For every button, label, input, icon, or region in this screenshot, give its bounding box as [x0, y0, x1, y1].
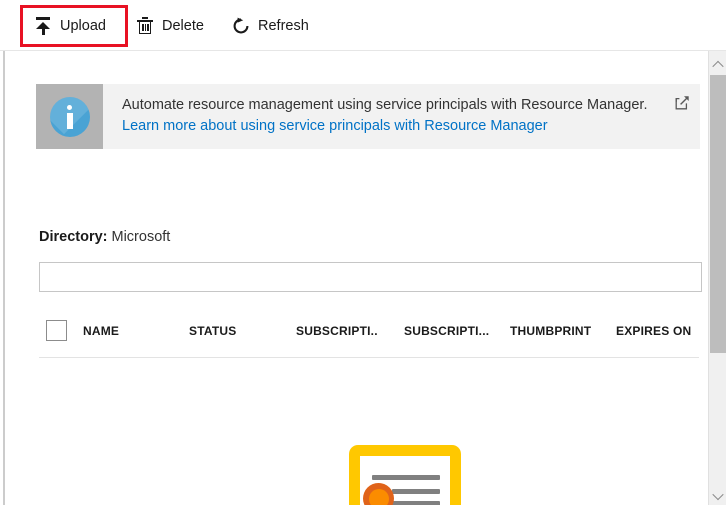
- column-header-name[interactable]: NAME: [83, 324, 119, 338]
- directory-value: Microsoft: [112, 229, 171, 245]
- upload-button-label: Upload: [60, 19, 106, 34]
- info-banner-text: Automate resource management using servi…: [103, 84, 700, 149]
- directory-label: Directory:: [39, 229, 108, 245]
- column-header-expires-on[interactable]: EXPIRES ON: [616, 324, 691, 338]
- refresh-button[interactable]: Refresh: [232, 13, 309, 39]
- search-input[interactable]: [39, 262, 702, 292]
- table-header-divider: [39, 357, 699, 358]
- trash-icon: [136, 17, 154, 35]
- certificates-table-header: NAME STATUS SUBSCRIPTI.. SUBSCRIPTI... T…: [39, 316, 702, 351]
- info-banner-message: Automate resource management using servi…: [122, 97, 647, 113]
- vertical-scrollbar[interactable]: [708, 51, 726, 505]
- column-header-subscription-2[interactable]: SUBSCRIPTI...: [404, 324, 489, 338]
- upload-icon: [34, 17, 52, 35]
- column-header-status[interactable]: STATUS: [189, 324, 236, 338]
- info-icon: [36, 84, 103, 149]
- refresh-button-label: Refresh: [258, 19, 309, 34]
- certificate-icon: [349, 445, 461, 505]
- refresh-icon: [232, 17, 250, 35]
- delete-button-label: Delete: [162, 19, 204, 34]
- chevron-down-icon[interactable]: [709, 487, 726, 505]
- learn-more-link[interactable]: Learn more about using service principal…: [122, 118, 548, 134]
- open-in-new-window-icon[interactable]: [675, 95, 690, 110]
- select-all-checkbox[interactable]: [46, 320, 67, 341]
- certificates-blade: Upload Delete Refresh: [0, 0, 726, 505]
- column-header-thumbprint[interactable]: THUMBPRINT: [510, 324, 591, 338]
- chevron-up-icon[interactable]: [709, 56, 726, 74]
- column-header-subscription-1[interactable]: SUBSCRIPTI..: [296, 324, 378, 338]
- blade-content: Automate resource management using servi…: [3, 51, 726, 505]
- directory-row: Directory:Microsoft: [39, 229, 170, 245]
- command-toolbar: Upload Delete Refresh: [0, 0, 726, 51]
- scrollbar-thumb[interactable]: [710, 75, 726, 353]
- delete-button[interactable]: Delete: [136, 13, 204, 39]
- info-banner: Automate resource management using servi…: [36, 84, 700, 149]
- upload-button[interactable]: Upload: [34, 13, 106, 39]
